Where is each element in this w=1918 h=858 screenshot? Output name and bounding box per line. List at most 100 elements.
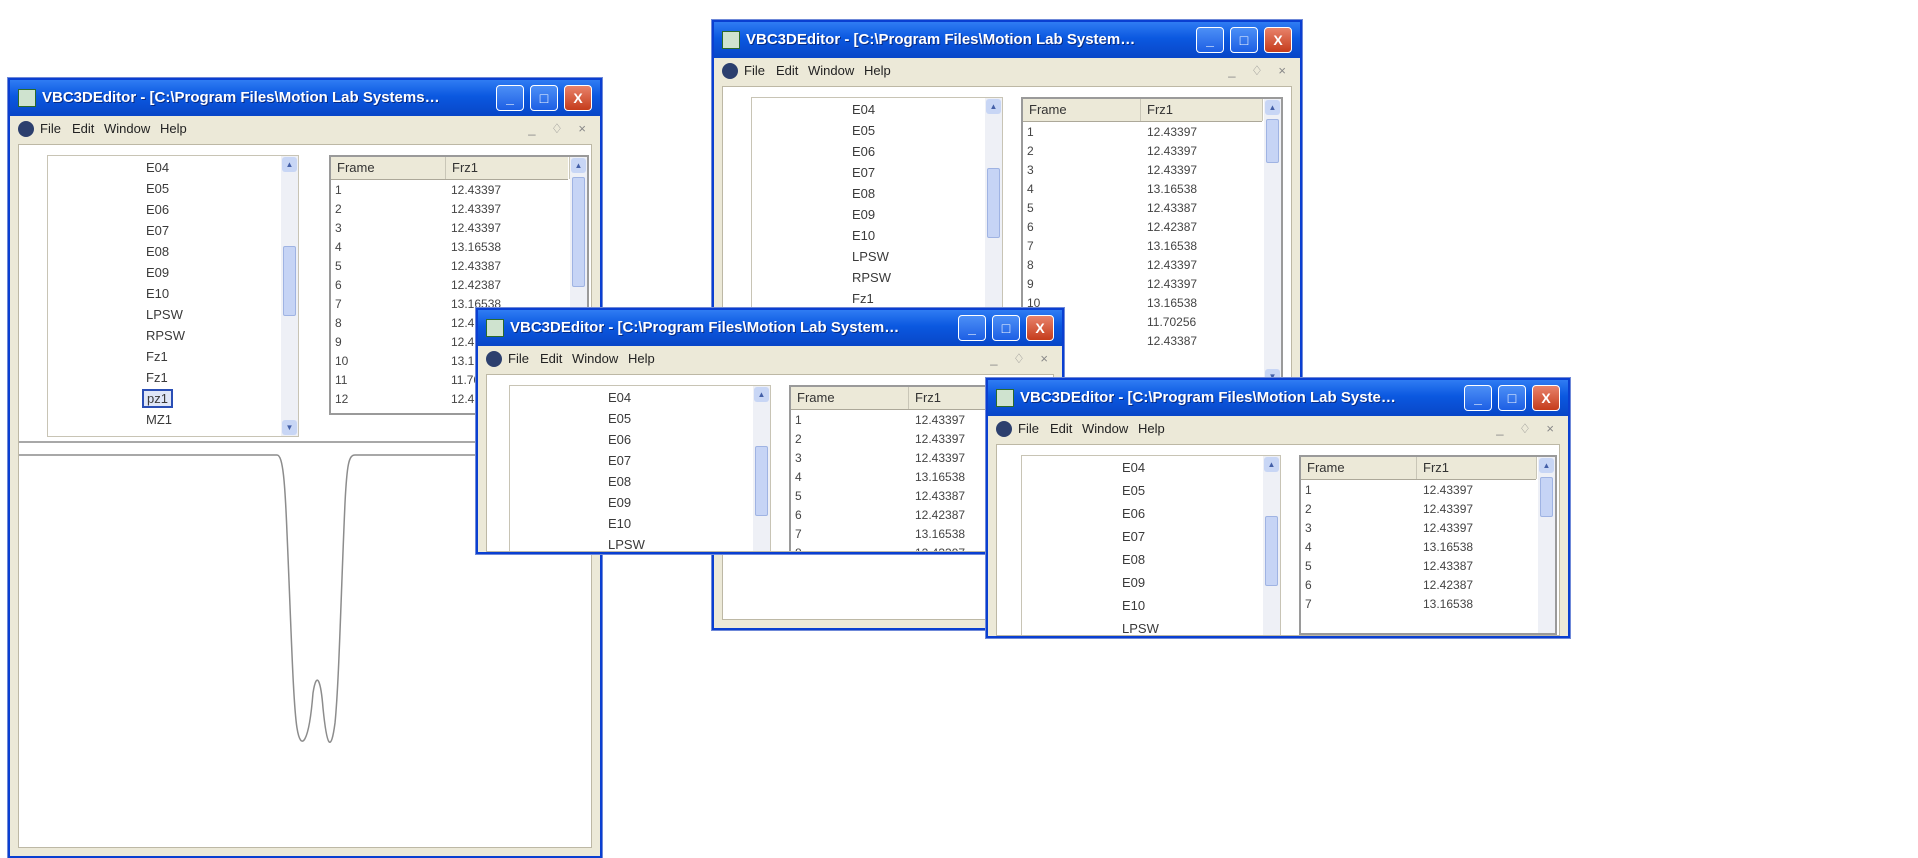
document-icon[interactable]: [722, 63, 738, 79]
table-row[interactable]: 6 12.42387: [331, 276, 568, 295]
document-icon[interactable]: [996, 421, 1012, 437]
maximize-button[interactable]: □: [1498, 385, 1526, 411]
table-row[interactable]: 7 13.16538: [1301, 595, 1536, 614]
menu-window[interactable]: Window: [104, 116, 150, 142]
scroll-thumb[interactable]: [1540, 477, 1553, 517]
list-item[interactable]: LPSW: [146, 307, 183, 322]
list-item[interactable]: E08: [608, 474, 631, 489]
maximize-button[interactable]: □: [1230, 27, 1258, 53]
close-button[interactable]: X: [1264, 27, 1292, 53]
header-frame[interactable]: Frame: [791, 387, 909, 409]
list-item[interactable]: E10: [146, 286, 169, 301]
document-icon[interactable]: [486, 351, 502, 367]
scroll-thumb[interactable]: [1265, 516, 1278, 586]
close-button[interactable]: X: [1026, 315, 1054, 341]
mdi-controls[interactable]: _ ♢ ×: [1228, 58, 1292, 84]
channel-list[interactable]: E04 E05 E06 E07 E08 E09 E10 LPSW ▲: [1021, 455, 1281, 635]
scroll-up-icon[interactable]: ▲: [1264, 457, 1279, 472]
scroll-down-icon[interactable]: ▼: [282, 420, 297, 435]
scroll-up-icon[interactable]: ▲: [571, 158, 586, 173]
header-value[interactable]: Frz1: [1141, 99, 1263, 121]
table-row[interactable]: 9 12.43397: [1023, 275, 1262, 294]
menu-edit[interactable]: Edit: [540, 346, 562, 372]
menu-help[interactable]: Help: [628, 346, 655, 372]
menu-window[interactable]: Window: [808, 58, 854, 84]
scroll-up-icon[interactable]: ▲: [1539, 458, 1554, 473]
channel-list-scrollbar[interactable]: ▲: [1263, 456, 1280, 635]
table-row[interactable]: 2 12.43397: [331, 200, 568, 219]
table-row[interactable]: 2 12.43397: [1023, 142, 1262, 161]
table-row[interactable]: 6 12.42387: [1023, 218, 1262, 237]
list-item[interactable]: E05: [852, 123, 875, 138]
list-item[interactable]: Fz1: [146, 349, 168, 364]
list-item[interactable]: E10: [1122, 598, 1145, 613]
menu-file[interactable]: File: [744, 58, 765, 84]
title-bar[interactable]: VBC3DEditor - [C:\Program Files\Motion L…: [714, 22, 1300, 58]
list-item[interactable]: E09: [608, 495, 631, 510]
title-bar[interactable]: VBC3DEditor - [C:\Program Files\Motion L…: [10, 80, 600, 116]
menu-help[interactable]: Help: [864, 58, 891, 84]
list-item[interactable]: E06: [608, 432, 631, 447]
table-row[interactable]: 8 12.43397: [1023, 256, 1262, 275]
list-item[interactable]: E10: [608, 516, 631, 531]
table-scrollbar[interactable]: ▲: [1538, 457, 1555, 633]
list-item[interactable]: LPSW: [1122, 621, 1159, 635]
channel-list-scrollbar[interactable]: ▲: [985, 98, 1002, 338]
header-frame[interactable]: Frame: [1301, 457, 1417, 479]
table-row[interactable]: 3 12.43397: [1301, 519, 1536, 538]
list-item[interactable]: E06: [852, 144, 875, 159]
table-row[interactable]: 4 13.16538: [1023, 180, 1262, 199]
menu-help[interactable]: Help: [1138, 416, 1165, 442]
scroll-up-icon[interactable]: ▲: [986, 99, 1001, 114]
title-bar[interactable]: VBC3DEditor - [C:\Program Files\Motion L…: [478, 310, 1062, 346]
menu-edit[interactable]: Edit: [776, 58, 798, 84]
document-icon[interactable]: [18, 121, 34, 137]
list-item[interactable]: Fz1: [146, 370, 168, 385]
menu-edit[interactable]: Edit: [72, 116, 94, 142]
header-frame[interactable]: Frame: [1023, 99, 1141, 121]
table-row[interactable]: 2 12.43397: [1301, 500, 1536, 519]
list-item[interactable]: E10: [852, 228, 875, 243]
menu-help[interactable]: Help: [160, 116, 187, 142]
channel-list[interactable]: E04 E05 E06 E07 E08 E09 E10 LPSW RPSW Fz…: [751, 97, 1003, 339]
minimize-button[interactable]: _: [1196, 27, 1224, 53]
mdi-controls[interactable]: _ ♢ ×: [528, 116, 592, 142]
table-row[interactable]: 4 13.16538: [331, 238, 568, 257]
close-button[interactable]: X: [1532, 385, 1560, 411]
scroll-up-icon[interactable]: ▲: [754, 387, 769, 402]
scroll-up-icon[interactable]: ▲: [282, 157, 297, 172]
maximize-button[interactable]: □: [530, 85, 558, 111]
scroll-up-icon[interactable]: ▲: [1265, 100, 1280, 115]
scroll-thumb[interactable]: [987, 168, 1000, 238]
list-item[interactable]: LPSW: [852, 249, 889, 264]
list-item[interactable]: E07: [608, 453, 631, 468]
list-item[interactable]: E04: [146, 160, 169, 175]
list-item[interactable]: E06: [146, 202, 169, 217]
channel-list-scrollbar[interactable]: ▲ ▼: [281, 156, 298, 436]
menu-window[interactable]: Window: [572, 346, 618, 372]
list-item[interactable]: MZ1: [146, 412, 172, 427]
menu-window[interactable]: Window: [1082, 416, 1128, 442]
table-row[interactable]: 5 12.43387: [331, 257, 568, 276]
header-frame[interactable]: Frame: [331, 157, 446, 179]
table-row[interactable]: 6 12.42387: [1301, 576, 1536, 595]
list-item[interactable]: RPSW: [852, 270, 891, 285]
mdi-controls[interactable]: _ ♢ ×: [990, 346, 1054, 372]
list-item[interactable]: E05: [1122, 483, 1145, 498]
table-row[interactable]: 7 13.16538: [1023, 237, 1262, 256]
list-item[interactable]: E04: [1122, 460, 1145, 475]
list-item[interactable]: E08: [146, 244, 169, 259]
list-item[interactable]: RPSW: [146, 328, 185, 343]
table-row[interactable]: 1 12.43397: [1301, 481, 1536, 500]
scroll-thumb[interactable]: [572, 177, 585, 287]
list-item[interactable]: E07: [852, 165, 875, 180]
maximize-button[interactable]: □: [992, 315, 1020, 341]
table-row[interactable]: 1 12.43397: [1023, 123, 1262, 142]
scroll-thumb[interactable]: [1266, 119, 1279, 163]
list-item[interactable]: E05: [146, 181, 169, 196]
list-item[interactable]: E07: [1122, 529, 1145, 544]
minimize-button[interactable]: _: [1464, 385, 1492, 411]
menu-file[interactable]: File: [1018, 416, 1039, 442]
list-item[interactable]: E08: [852, 186, 875, 201]
channel-list[interactable]: E04 E05 E06 E07 E08 E09 E10 LPSW ▲: [509, 385, 771, 551]
